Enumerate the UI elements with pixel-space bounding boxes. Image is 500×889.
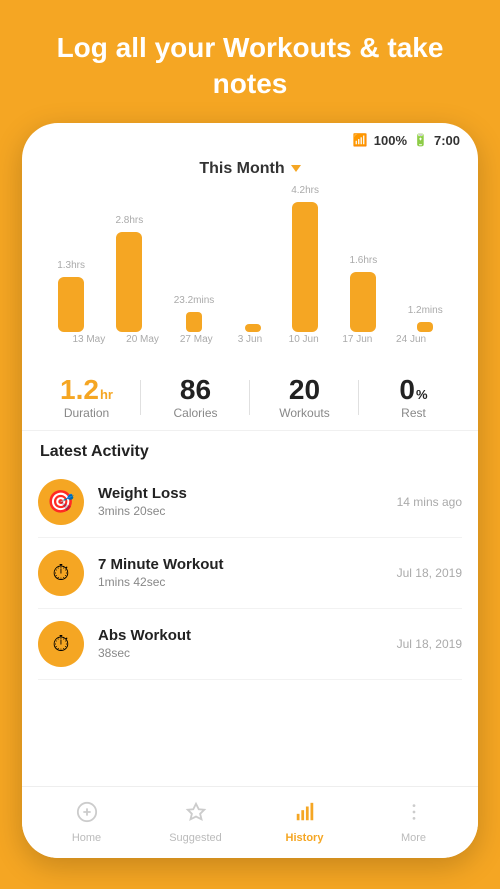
nav-label-home: Home [72, 832, 101, 844]
stat-item: 20 Workouts [250, 376, 359, 420]
section-title-activity: Latest Activity [22, 431, 478, 467]
bar-date-label: 13 May [69, 334, 109, 345]
activity-info: Weight Loss 3mins 20sec [98, 485, 383, 518]
nav-icon-history [294, 801, 316, 829]
activity-name: Abs Workout [98, 627, 383, 644]
bar-date-label: 20 May [123, 334, 163, 345]
stat-item: 86 Calories [141, 376, 250, 420]
activity-name: Weight Loss [98, 485, 383, 502]
battery-icon: 🔋 [413, 133, 428, 147]
bar-group: 1.2mins [408, 305, 443, 332]
bar-group: 4.2hrs [291, 185, 319, 332]
bar-group: 23.2mins [174, 295, 215, 332]
stat-number: 86 [180, 376, 211, 404]
stats-row: 1.2hr Duration 86 Calories 20 Workouts 0% Rest [22, 362, 478, 431]
month-label: This Month [199, 160, 284, 178]
bar-group [245, 318, 261, 332]
nav-item-home[interactable]: Home [32, 801, 141, 844]
nav-item-more[interactable]: More [359, 801, 468, 844]
bar-date-label: 10 Jun [284, 334, 324, 345]
month-selector[interactable]: This Month [22, 152, 478, 182]
bar [186, 312, 202, 332]
nav-icon-more [403, 801, 425, 829]
stat-label: Workouts [250, 406, 359, 420]
nav-label-more: More [401, 832, 426, 844]
nav-label-suggested: Suggested [169, 832, 222, 844]
activity-time: 14 mins ago [397, 495, 462, 509]
battery-percent: 100% [374, 133, 407, 148]
bottom-nav: Home Suggested History More [22, 786, 478, 858]
bar [417, 322, 433, 332]
bar [245, 324, 261, 332]
bar-date-label: 27 May [176, 334, 216, 345]
status-bar: 📶 100% 🔋 7:00 [22, 123, 478, 152]
activity-item[interactable]: 🎯 Weight Loss 3mins 20sec 14 mins ago [38, 467, 462, 538]
bar-value-label: 1.2mins [408, 305, 443, 316]
bar-group: 1.3hrs [57, 260, 85, 332]
signal-icon: 📶 [353, 133, 368, 147]
nav-icon-home [76, 801, 98, 829]
bar [350, 272, 376, 332]
stat-label: Rest [359, 406, 468, 420]
clock: 7:00 [434, 133, 460, 148]
bar-date-label: 24 Jun [391, 334, 431, 345]
activity-time: Jul 18, 2019 [397, 637, 462, 651]
bar-value-label: 23.2mins [174, 295, 215, 306]
nav-item-suggested[interactable]: Suggested [141, 801, 250, 844]
activity-name: 7 Minute Workout [98, 556, 383, 573]
bar-group: 1.6hrs [349, 255, 377, 332]
stat-unit: % [416, 387, 428, 402]
stat-item: 1.2hr Duration [32, 376, 141, 420]
activity-time: Jul 18, 2019 [397, 566, 462, 580]
activity-info: 7 Minute Workout 1mins 42sec [98, 556, 383, 589]
bar-value-label: 4.2hrs [291, 185, 319, 196]
activity-duration: 1mins 42sec [98, 575, 383, 589]
activity-icon: ⏱ [38, 550, 84, 596]
activity-item[interactable]: ⏱ Abs Workout 38sec Jul 18, 2019 [38, 609, 462, 680]
stat-unit: hr [100, 387, 113, 402]
stat-number: 20 [289, 376, 320, 404]
hero-title: Log all your Workouts & take notes [0, 0, 500, 123]
phone-frame: 📶 100% 🔋 7:00 This Month 1.3hrs 2.8hrs 23.… [22, 123, 478, 858]
bar-date-label: 3 Jun [230, 334, 270, 345]
activity-item[interactable]: ⏱ 7 Minute Workout 1mins 42sec Jul 18, 2019 [38, 538, 462, 609]
activity-list: 🎯 Weight Loss 3mins 20sec 14 mins ago ⏱ 7 Min… [22, 467, 478, 680]
activity-duration: 3mins 20sec [98, 504, 383, 518]
stat-number: 1.2 [60, 376, 99, 404]
nav-label-history: History [286, 832, 324, 844]
stat-number: 0 [399, 376, 415, 404]
bar [292, 202, 318, 332]
activity-icon: 🎯 [38, 479, 84, 525]
activity-icon: ⏱ [38, 621, 84, 667]
bar-value-label: 2.8hrs [115, 215, 143, 226]
nav-icon-suggested [185, 801, 207, 829]
bar-value-label: 1.3hrs [57, 260, 85, 271]
bar [58, 277, 84, 332]
bar-value-label: 1.6hrs [349, 255, 377, 266]
bar-chart: 1.3hrs2.8hrs23.2mins4.2hrs1.6hrs1.2mins … [22, 182, 478, 362]
nav-item-history[interactable]: History [250, 801, 359, 844]
stat-label: Calories [141, 406, 250, 420]
activity-duration: 38sec [98, 646, 383, 660]
bar [116, 232, 142, 332]
activity-info: Abs Workout 38sec [98, 627, 383, 660]
chevron-down-icon [291, 165, 301, 172]
stat-label: Duration [32, 406, 141, 420]
bar-date-label: 17 Jun [337, 334, 377, 345]
bar-group: 2.8hrs [115, 215, 143, 332]
stat-item: 0% Rest [359, 376, 468, 420]
